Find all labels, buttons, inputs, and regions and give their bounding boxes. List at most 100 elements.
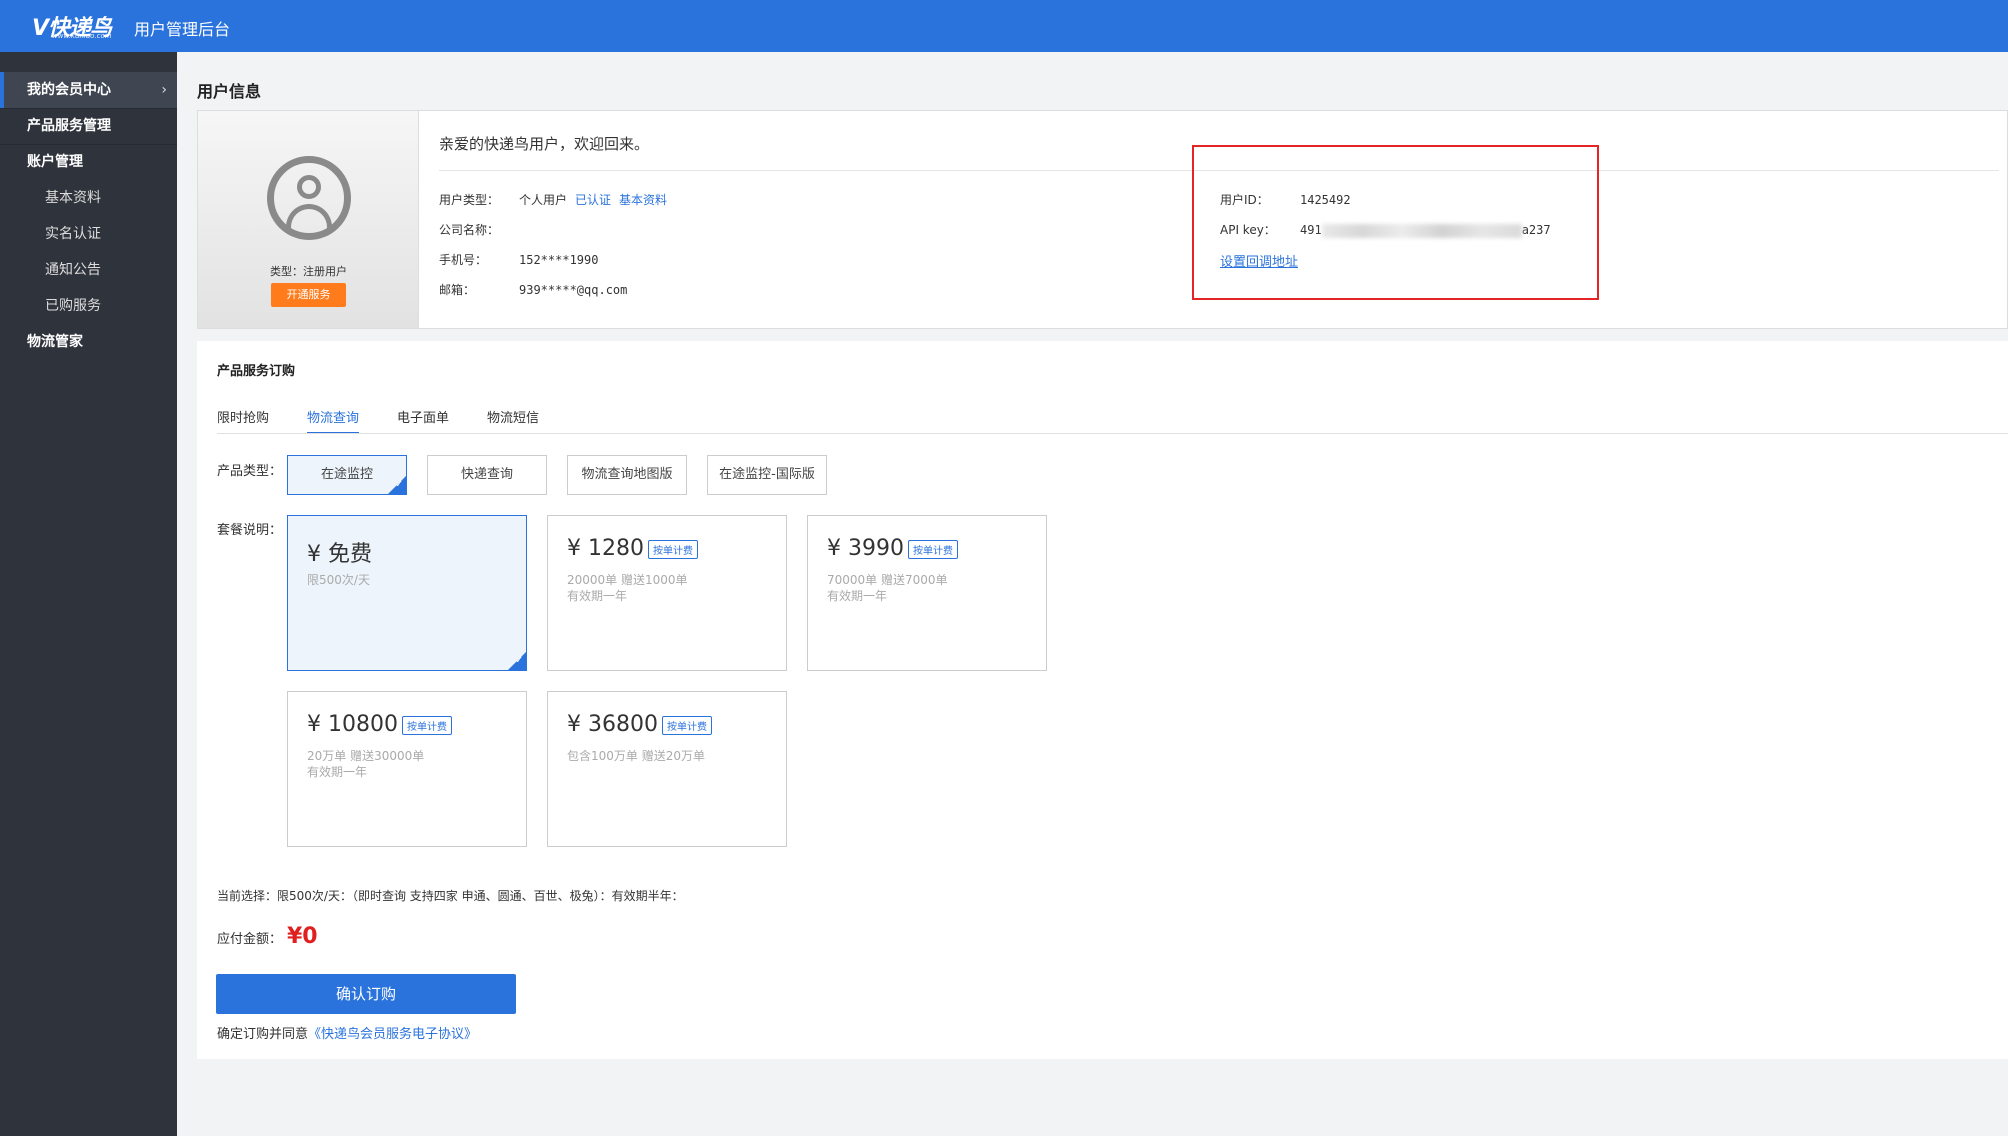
brand-logo[interactable]: V快递鸟 www.kdniao.com [32, 10, 124, 41]
plan-desc-line: 包含100万单 赠送20万单 [567, 749, 705, 763]
product-type-option-express-query[interactable]: 快递查询 [427, 455, 547, 495]
plan-price: ¥ 1280 按单计费 [567, 536, 698, 561]
user-type-row: 用户类型： 个人用户 已认证 基本资料 [439, 191, 667, 208]
api-key-start: 491 [1300, 223, 1322, 237]
avatar-head [297, 175, 321, 199]
sidebar-item-purchased[interactable]: 已购服务 [0, 288, 177, 324]
option-label: 在途监控 [320, 467, 373, 482]
sidebar-item-product-service[interactable]: 产品服务管理 [0, 108, 177, 144]
user-avatar-icon [267, 156, 351, 240]
user-info-card: 类型：注册用户 开通服务 亲爱的快递鸟用户，欢迎回来。 用户类型： 个人用户 已认证… [197, 110, 2008, 329]
user-id-row: 用户ID： 1425492 [1220, 191, 1351, 208]
field-label: API key： [1220, 223, 1276, 237]
plan-price-text: ¥ 3990 [827, 536, 904, 561]
plan-desc-line: 有效期一年 [567, 589, 628, 603]
plan-price: ¥ 36800 按单计费 [567, 712, 712, 737]
plan-price: ¥ 3990 按单计费 [827, 536, 958, 561]
option-label: 物流查询地图版 [581, 467, 673, 482]
per-order-badge: 按单计费 [661, 715, 712, 735]
plan-desc-line: 有效期一年 [827, 589, 888, 603]
plan-desc: 包含100万单 赠送20万单 [567, 748, 705, 764]
plan-price-text: ¥ 36800 [567, 712, 658, 737]
top-bar: V快递鸟 www.kdniao.com 用户管理后台 [0, 0, 2008, 52]
product-type-label: 产品类型： [217, 464, 283, 479]
open-service-button[interactable]: 开通服务 [271, 283, 346, 307]
email-row: 邮箱： 939*****@qq.com [439, 281, 627, 298]
field-label: 邮箱： [439, 283, 476, 297]
field-label: 公司名称： [439, 223, 500, 237]
verified-link[interactable]: 已认证 [575, 193, 611, 207]
plan-card-3990[interactable]: ¥ 3990 按单计费 70000单 赠送7000单 有效期一年 [807, 515, 1047, 671]
plan-label: 套餐说明： [217, 523, 283, 538]
plan-price-text: ¥ 免费 [307, 542, 372, 567]
product-type-option-international[interactable]: 在途监控-国际版 [707, 455, 827, 495]
sidebar-item-basic-info[interactable]: 基本资料 [0, 180, 177, 216]
agree-prefix: 确定订购并同意 [217, 1027, 309, 1042]
api-key-row: API key： 491 a237 [1220, 221, 1551, 238]
sidebar-item-member-center[interactable]: 我的会员中心 › [0, 72, 177, 108]
payable-label: 应付金额： [217, 932, 283, 947]
app-title: 用户管理后台 [134, 20, 231, 39]
plan-card-10800[interactable]: ¥ 10800 按单计费 20万单 赠送30000单 有效期一年 [287, 691, 527, 847]
tab-logistics-query[interactable]: 物流查询 [307, 407, 360, 434]
api-key-redacted [1321, 223, 1522, 238]
plan-desc: 20000单 赠送1000单 有效期一年 [567, 572, 688, 604]
sidebar-item-label: 物流管家 [27, 334, 83, 350]
set-callback-link[interactable]: 设置回调地址 [1220, 251, 1298, 270]
basic-info-link[interactable]: 基本资料 [619, 193, 667, 207]
plan-price: ¥ 免费 [307, 536, 372, 568]
plan-price-text: ¥ 1280 [567, 536, 644, 561]
sidebar-item-account[interactable]: 账户管理 [0, 144, 177, 180]
email-value: 939*****@qq.com [519, 283, 628, 297]
product-type-option-map-query[interactable]: 物流查询地图版 [567, 455, 687, 495]
sidebar-item-label: 账户管理 [27, 154, 83, 170]
phone-value: 152****1990 [519, 253, 599, 267]
plan-price: ¥ 10800 按单计费 [307, 712, 452, 737]
user-type-text: 类型：注册用户 [270, 265, 347, 278]
plan-desc: 20万单 赠送30000单 有效期一年 [307, 748, 424, 780]
tab-logistics-sms[interactable]: 物流短信 [487, 407, 539, 434]
chevron-right-icon: › [161, 82, 167, 98]
plan-desc: 70000单 赠送7000单 有效期一年 [827, 572, 948, 604]
plan-desc: 限500次/天 [307, 572, 370, 588]
plan-desc-line: 20000单 赠送1000单 [567, 573, 688, 587]
per-order-badge: 按单计费 [647, 539, 698, 559]
product-type-option-transit-monitor[interactable]: 在途监控 [287, 455, 407, 495]
field-label: 用户类型： [439, 193, 500, 207]
user-type-value: 个人用户 [519, 193, 568, 207]
api-key-end: a237 [1521, 223, 1551, 237]
tabs-underline [217, 433, 2008, 434]
plan-desc-line: 有效期一年 [307, 765, 368, 779]
sidebar-item-notices[interactable]: 通知公告 [0, 252, 177, 288]
tab-e-waybill[interactable]: 电子面单 [397, 407, 449, 434]
confirm-order-button[interactable]: 确认订购 [216, 974, 516, 1014]
plan-desc-line: 20万单 赠送30000单 [307, 749, 425, 763]
per-order-badge: 按单计费 [401, 715, 452, 735]
service-agreement-link[interactable]: 《快递鸟会员服务电子协议》 [308, 1027, 477, 1042]
avatar-body [286, 204, 332, 228]
sidebar: 我的会员中心 › 产品服务管理 账户管理 基本资料 实名认证 通知公告 已购服务… [0, 52, 177, 1136]
avatar-panel: 类型：注册用户 开通服务 [198, 111, 419, 328]
logo-sub: www.kdniao.com [52, 32, 112, 40]
user-id-value: 1425492 [1300, 193, 1351, 207]
plan-card-1280[interactable]: ¥ 1280 按单计费 20000单 赠送1000单 有效期一年 [547, 515, 787, 671]
option-label: 在途监控-国际版 [719, 467, 815, 482]
phone-row: 手机号： 152****1990 [439, 251, 598, 268]
sidebar-item-label: 我的会员中心 [27, 82, 111, 98]
sidebar-item-real-name[interactable]: 实名认证 [0, 216, 177, 252]
page-title: 用户信息 [197, 82, 262, 101]
order-section-title: 产品服务订购 [217, 364, 296, 379]
per-order-badge: 按单计费 [907, 539, 958, 559]
field-label: 手机号： [439, 253, 488, 267]
agreement-text: 确定订购并同意《快递鸟会员服务电子协议》 [217, 1023, 477, 1042]
order-card: 产品服务订购 限时抢购 物流查询 电子面单 物流短信 产品类型： 在途监控 快递… [197, 341, 2008, 1059]
plan-price-text: ¥ 10800 [307, 712, 398, 737]
tab-flash-sale[interactable]: 限时抢购 [217, 407, 269, 434]
plan-card-free[interactable]: ¥ 免费 限500次/天 [287, 515, 527, 671]
current-selection-text: 当前选择：限500次/天：（即时查询 支持四家 申通、圆通、百世、极兔）：有效期… [217, 889, 684, 903]
payable-amount: ¥0 [287, 924, 318, 949]
plan-desc-line: 70000单 赠送7000单 [827, 573, 948, 587]
sidebar-item-logistics-manager[interactable]: 物流管家 [0, 324, 177, 360]
plan-card-36800[interactable]: ¥ 36800 按单计费 包含100万单 赠送20万单 [547, 691, 787, 847]
company-row: 公司名称： [439, 221, 519, 238]
